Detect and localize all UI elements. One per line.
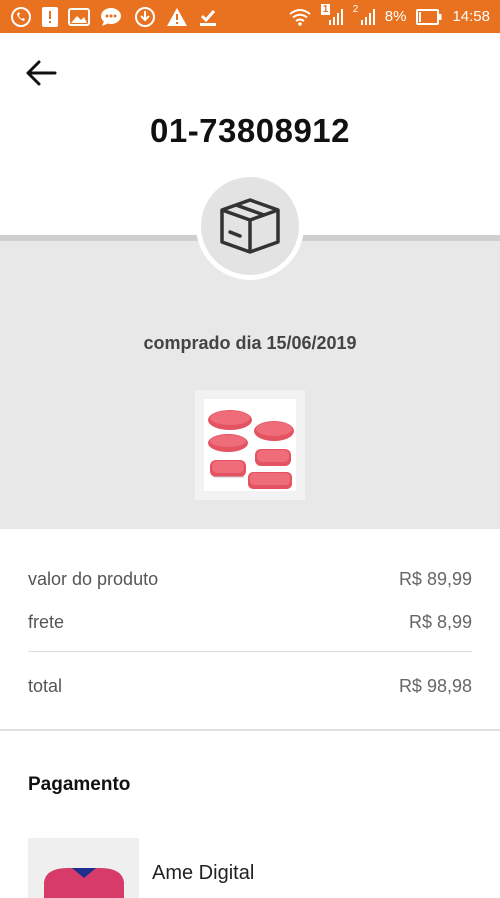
sim2-label: 2 xyxy=(352,3,359,15)
ame-digital-logo xyxy=(44,868,124,898)
status-bar-notifications xyxy=(10,6,218,28)
package-box-icon xyxy=(216,192,284,261)
download-circle-icon xyxy=(134,6,156,28)
arrow-left-icon xyxy=(25,59,57,92)
alert-box-icon xyxy=(42,6,58,27)
shipping-amount: R$ 8,99 xyxy=(408,612,472,632)
progress-line-left xyxy=(0,235,200,241)
total-label: total xyxy=(28,676,63,696)
chat-bubble-icon xyxy=(100,7,124,27)
status-bar: 1 2 8% 14:58 xyxy=(0,0,500,33)
price-divider xyxy=(28,651,472,652)
product-value-amount: R$ 89,99 xyxy=(398,569,472,589)
gallery-icon xyxy=(68,7,90,26)
payment-section-title: Pagamento xyxy=(28,774,131,795)
order-number: 01-73808912 xyxy=(149,112,351,149)
order-status-badge xyxy=(196,172,304,280)
purchase-date: comprado dia 15/06/2019 xyxy=(143,333,357,353)
section-divider xyxy=(0,729,500,731)
shipping-row: frete R$ 8,99 xyxy=(28,612,472,633)
product-thumbnail[interactable] xyxy=(195,390,305,500)
payment-method-name: Ame Digital xyxy=(152,862,255,884)
total-amount: R$ 98,98 xyxy=(398,676,472,696)
food-containers-image xyxy=(204,399,296,491)
signal-sim1-icon: 1 xyxy=(320,3,343,26)
status-bar-system: 1 2 8% 14:58 xyxy=(289,3,490,26)
product-value-row: valor do produto R$ 89,99 xyxy=(28,569,472,590)
back-button[interactable] xyxy=(22,58,60,92)
battery-percent: 8% xyxy=(384,8,407,25)
whatsapp-icon xyxy=(10,6,32,28)
sim1-label: 1 xyxy=(320,3,331,15)
order-status-badge-inner xyxy=(201,177,299,275)
wifi-icon xyxy=(289,8,311,26)
download-complete-icon xyxy=(198,7,218,27)
payment-method-logo xyxy=(28,838,139,898)
signal-sim2-icon: 2 xyxy=(353,4,375,26)
shipping-label: frete xyxy=(28,612,65,632)
progress-line-right xyxy=(300,235,500,241)
total-row: total R$ 98,98 xyxy=(28,676,472,697)
product-value-label: valor do produto xyxy=(28,569,159,589)
battery-icon xyxy=(416,8,442,25)
clock: 14:58 xyxy=(452,8,490,25)
warning-triangle-icon xyxy=(166,7,188,27)
